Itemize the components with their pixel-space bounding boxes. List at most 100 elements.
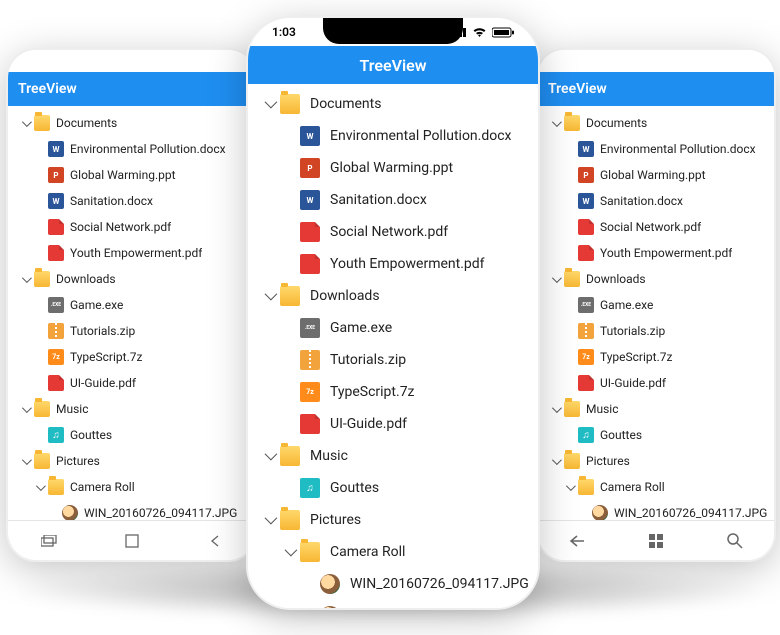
powerpoint-icon xyxy=(48,167,64,183)
tree-file-row[interactable]: Gouttes xyxy=(248,472,538,504)
tree-file-row[interactable]: Environmental Pollution.docx xyxy=(8,136,256,162)
tree-file-row[interactable]: WIN_20160726_094117.JPG xyxy=(248,600,538,608)
expand-toggle[interactable] xyxy=(278,544,300,560)
expand-toggle[interactable] xyxy=(258,512,280,528)
expand-toggle[interactable] xyxy=(258,288,280,304)
expand-toggle[interactable] xyxy=(546,402,564,416)
tree-file-row[interactable]: TypeScript.7z xyxy=(248,376,538,408)
tree-file-row[interactable]: Social Network.pdf xyxy=(538,214,774,240)
recent-apps-button[interactable] xyxy=(39,531,59,551)
tree-item-label: Gouttes xyxy=(330,480,379,496)
tree-item-label: Global Warming.ppt xyxy=(600,168,706,182)
chevron-down-icon xyxy=(265,288,274,304)
folder-icon xyxy=(280,510,300,530)
folder-icon xyxy=(564,271,580,287)
tree-file-row[interactable]: Social Network.pdf xyxy=(8,214,256,240)
tree-folder-row[interactable]: Documents xyxy=(538,110,774,136)
tree-folder-row[interactable]: Documents xyxy=(248,88,538,120)
expand-toggle[interactable] xyxy=(258,448,280,464)
back-button[interactable] xyxy=(205,531,225,551)
folder-icon xyxy=(48,479,64,495)
tree-file-row[interactable]: UI-Guide.pdf xyxy=(248,408,538,440)
tree-item-label: Sanitation.docx xyxy=(330,192,427,208)
tree-item-label: Social Network.pdf xyxy=(600,220,701,234)
tree-folder-row[interactable]: Documents xyxy=(8,110,256,136)
tree-file-row[interactable]: Sanitation.docx xyxy=(538,188,774,214)
tree-file-row[interactable]: Gouttes xyxy=(538,422,774,448)
tree-file-row[interactable]: Game.exe xyxy=(8,292,256,318)
tree-file-row[interactable]: Environmental Pollution.docx xyxy=(538,136,774,162)
tree-folder-row[interactable]: Downloads xyxy=(538,266,774,292)
expand-toggle[interactable] xyxy=(16,402,34,416)
expand-toggle[interactable] xyxy=(546,272,564,286)
expand-toggle[interactable] xyxy=(16,454,34,468)
tree-file-row[interactable]: Youth Empowerment.pdf xyxy=(538,240,774,266)
tree-file-row[interactable]: Social Network.pdf xyxy=(248,216,538,248)
tree-file-row[interactable]: Tutorials.zip xyxy=(248,344,538,376)
expand-toggle[interactable] xyxy=(16,272,34,286)
chevron-down-icon xyxy=(265,96,274,112)
tree-file-row[interactable]: WIN_20160726_094117.JPG xyxy=(8,500,256,520)
expand-toggle[interactable] xyxy=(30,480,48,494)
tree-list[interactable]: Documents Environmental Pollution.docx Glo… xyxy=(538,106,774,520)
tree-file-row[interactable]: WIN_20160726_094117.JPG xyxy=(538,500,774,520)
tree-file-row[interactable]: Global Warming.ppt xyxy=(248,152,538,184)
tree-item-label: Downloads xyxy=(586,272,646,286)
home-button[interactable] xyxy=(122,531,142,551)
expand-toggle[interactable] xyxy=(560,480,578,494)
tree-list[interactable]: DocumentsEnvironmental Pollution.docxGlo… xyxy=(248,84,538,608)
tree-file-row[interactable]: Global Warming.ppt xyxy=(538,162,774,188)
word-doc-icon xyxy=(48,141,64,157)
tree-file-row[interactable]: Gouttes xyxy=(8,422,256,448)
app-title: TreeView xyxy=(18,81,77,97)
tree-item-label: Sanitation.docx xyxy=(600,194,683,208)
tree-folder-row[interactable]: Music xyxy=(8,396,256,422)
word-doc-icon xyxy=(300,190,320,210)
tree-item-label: UI-Guide.pdf xyxy=(70,376,136,390)
folder-icon xyxy=(280,286,300,306)
chevron-down-icon xyxy=(22,402,29,416)
tree-folder-row[interactable]: Pictures xyxy=(248,504,538,536)
expand-toggle[interactable] xyxy=(546,454,564,468)
tree-file-row[interactable]: WIN_20160726_094117.JPG xyxy=(248,568,538,600)
tree-folder-row[interactable]: Pictures xyxy=(8,448,256,474)
tree-folder-row[interactable]: Downloads xyxy=(8,266,256,292)
search-button[interactable] xyxy=(725,531,745,551)
tree-item-label: Global Warming.ppt xyxy=(70,168,176,182)
tree-folder-row[interactable]: Downloads xyxy=(248,280,538,312)
pdf-icon xyxy=(300,414,320,434)
tree-folder-row[interactable]: Pictures xyxy=(538,448,774,474)
tree-file-row[interactable]: TypeScript.7z xyxy=(538,344,774,370)
tree-item-label: Environmental Pollution.docx xyxy=(600,142,756,156)
tree-file-row[interactable]: Sanitation.docx xyxy=(248,184,538,216)
expand-toggle[interactable] xyxy=(546,116,564,130)
tree-list[interactable]: DocumentsEnvironmental Pollution.docx Glo… xyxy=(8,106,256,520)
tree-file-row[interactable]: TypeScript.7z xyxy=(8,344,256,370)
tree-file-row[interactable]: Youth Empowerment.pdf xyxy=(248,248,538,280)
tree-folder-row[interactable]: Music xyxy=(248,440,538,472)
tree-file-row[interactable]: Tutorials.zip xyxy=(8,318,256,344)
tree-folder-row[interactable]: Camera Roll xyxy=(8,474,256,500)
windows-button[interactable] xyxy=(646,531,666,551)
tree-file-row[interactable]: Game.exe xyxy=(248,312,538,344)
tree-folder-row[interactable]: Camera Roll xyxy=(248,536,538,568)
expand-toggle[interactable] xyxy=(16,116,34,130)
zip-icon xyxy=(300,350,320,370)
tree-file-row[interactable]: Game.exe xyxy=(538,292,774,318)
tree-item-label: Tutorials.zip xyxy=(330,352,406,368)
tree-folder-row[interactable]: Camera Roll xyxy=(538,474,774,500)
tree-file-row[interactable]: Sanitation.docx xyxy=(8,188,256,214)
tree-file-row[interactable]: Global Warming.ppt xyxy=(8,162,256,188)
word-doc-icon xyxy=(300,126,320,146)
tree-file-row[interactable]: UI-Guide.pdf xyxy=(538,370,774,396)
back-button[interactable] xyxy=(567,531,587,551)
tree-file-row[interactable]: Environmental Pollution.docx xyxy=(248,120,538,152)
tree-item-label: Pictures xyxy=(586,454,630,468)
tree-file-row[interactable]: UI-Guide.pdf xyxy=(8,370,256,396)
photo-icon xyxy=(592,505,608,520)
tree-file-row[interactable]: Youth Empowerment.pdf xyxy=(8,240,256,266)
expand-toggle[interactable] xyxy=(258,96,280,112)
tree-folder-row[interactable]: Music xyxy=(538,396,774,422)
photo-icon xyxy=(320,606,340,608)
tree-file-row[interactable]: Tutorials.zip xyxy=(538,318,774,344)
